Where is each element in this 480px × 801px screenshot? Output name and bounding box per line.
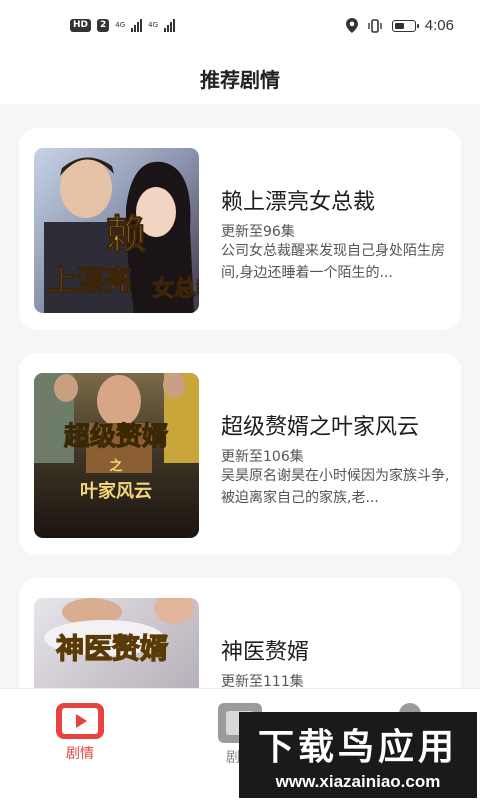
drama-list[interactable]: 赖上漂亮女总裁 赖上漂亮女总裁 更新至96集 公司女总裁醒来发现自己身处陌生房间…: [0, 104, 480, 688]
poster-image-3: 神医赘婿: [34, 598, 199, 688]
play-video-icon: [56, 703, 104, 739]
poster-text-2b: 之: [109, 458, 122, 474]
drama-card[interactable]: 赖上漂亮女总裁 赖上漂亮女总裁 更新至96集 公司女总裁醒来发现自己身处陌生房间…: [19, 128, 461, 330]
app-header: 推荐剧情: [0, 56, 480, 104]
episode-count: 更新至106集: [221, 449, 304, 465]
signal-icon-2: [164, 18, 176, 32]
drama-title[interactable]: 超级赘婿之叶家风云: [221, 409, 419, 441]
sim-slot-badge: 2: [97, 18, 110, 32]
drama-poster[interactable]: 超级赘婿 之 叶家风云: [34, 373, 199, 538]
watermark-text: 下载鸟应用: [257, 727, 458, 768]
drama-poster[interactable]: 神医赘婿: [34, 598, 199, 688]
drama-poster[interactable]: 赖上漂亮女总裁: [34, 148, 199, 313]
status-bar: HD 2 4G 4G 4:06: [0, 0, 480, 56]
battery-icon: [391, 19, 419, 32]
network-type-1: 4G: [115, 20, 126, 29]
drama-description: 公司女总裁醒来发现自己身处陌生房间,身边还睡着一个陌生的...: [221, 243, 445, 281]
poster-image-1: 赖上漂亮女总裁: [34, 148, 199, 313]
nav-label-drama: 剧情: [66, 746, 94, 762]
drama-card[interactable]: 神医赘婿 神医赘婿 更新至111集: [19, 578, 461, 688]
page-title: 推荐剧情: [200, 68, 280, 92]
episode-count: 更新至111集: [221, 674, 304, 688]
drama-title[interactable]: 赖上漂亮女总裁: [221, 184, 375, 216]
drama-card[interactable]: 超级赘婿 之 叶家风云 超级赘婿之叶家风云 更新至106集 吴昊原名谢昊在小时候…: [19, 353, 461, 555]
poster-text-2: 超级赘婿: [64, 421, 168, 452]
battery-level: [394, 22, 404, 29]
watermark-url: www.xiazainiao.com: [275, 772, 441, 791]
network-type-2: 4G: [148, 20, 159, 29]
hd-badge: HD: [70, 18, 92, 32]
episode-count: 更新至96集: [221, 224, 295, 240]
nav-item-drama[interactable]: 剧情: [40, 703, 120, 763]
status-left: HD 2 4G 4G: [70, 18, 176, 32]
poster-text-2c: 叶家风云: [80, 480, 152, 502]
watermark: 下载鸟应用 www.xiazainiao.com: [239, 712, 477, 798]
vibrate-icon: [368, 18, 382, 33]
signal-icon: [131, 18, 143, 32]
location-icon: [345, 18, 358, 33]
status-time: 4:06: [424, 17, 454, 34]
poster-text-3: 神医赘婿: [56, 632, 168, 665]
drama-title[interactable]: 神医赘婿: [221, 634, 309, 666]
status-right: 4:06: [345, 17, 454, 34]
poster-image-2: 超级赘婿 之 叶家风云: [34, 373, 199, 538]
drama-description: 吴昊原名谢昊在小时候因为家族斗争,被迫离家自己的家族,老...: [221, 468, 450, 506]
